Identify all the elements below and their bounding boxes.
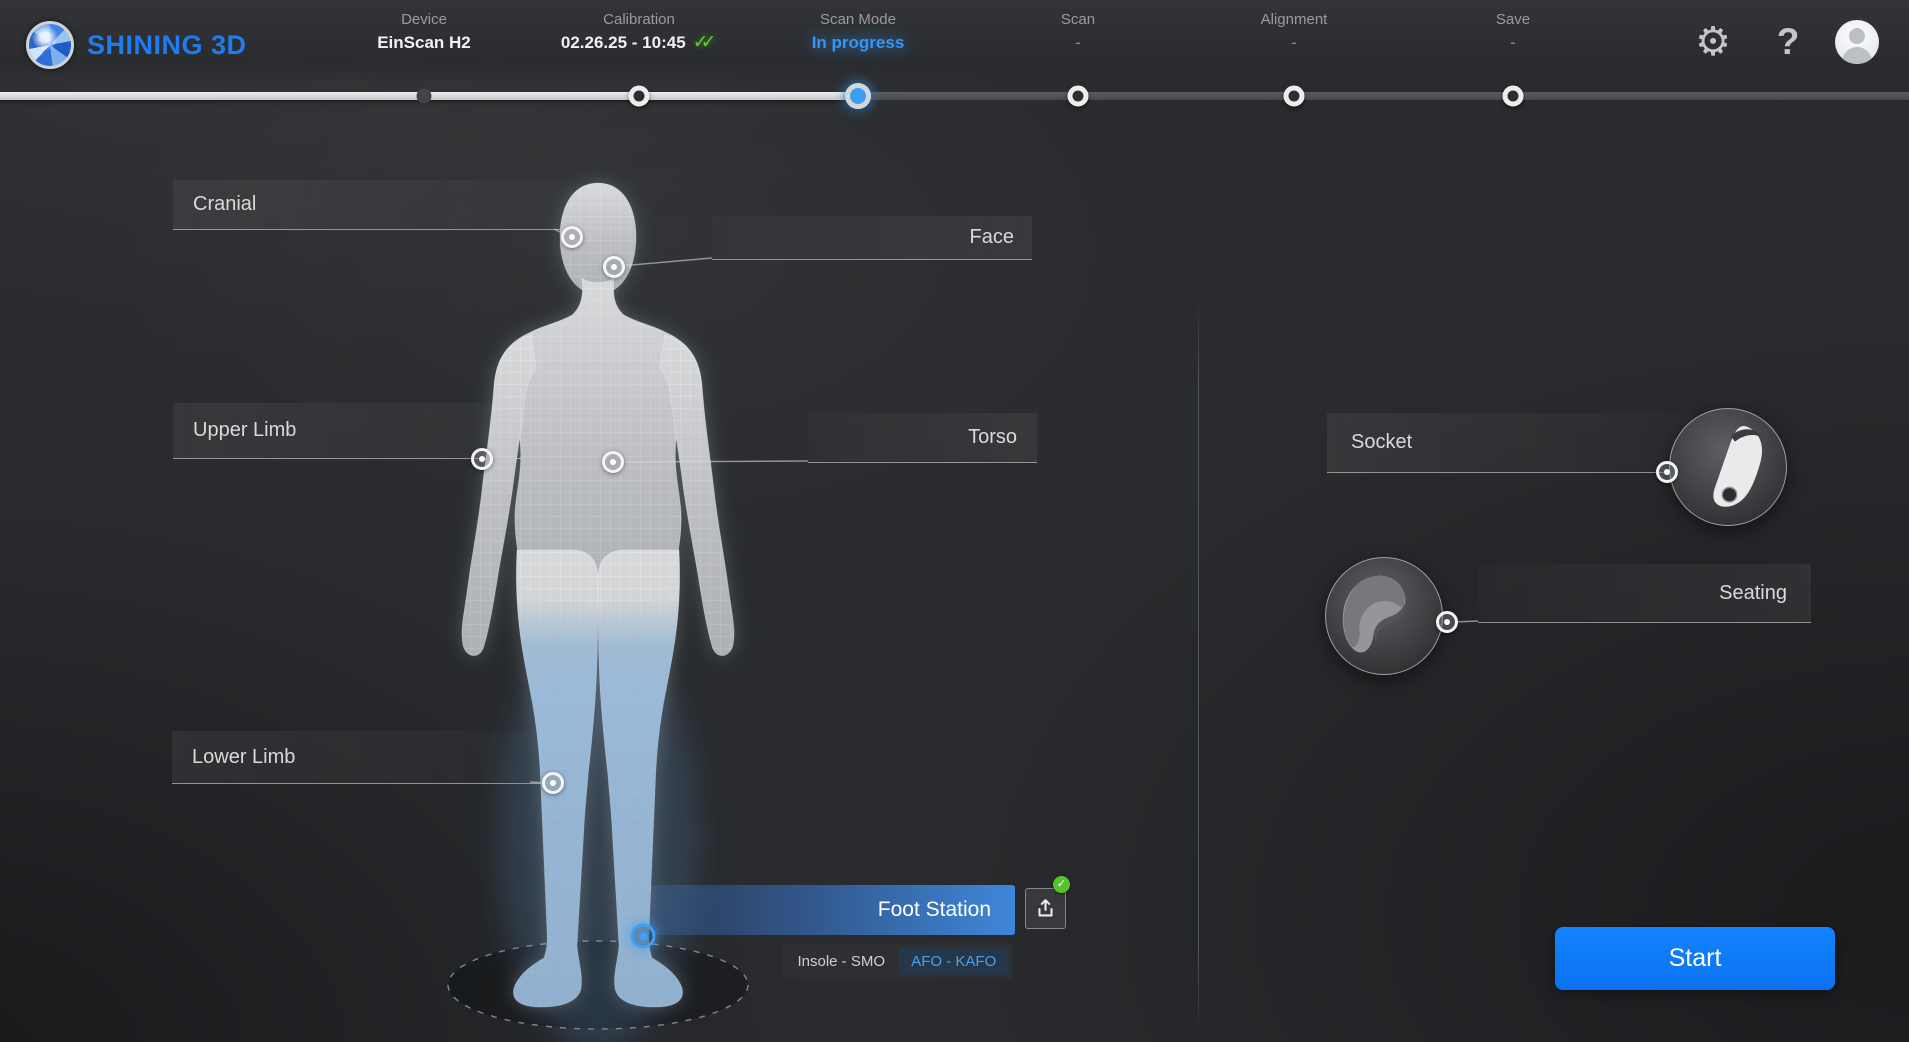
- step-alignment-label: Alignment: [1184, 10, 1404, 30]
- body-figure[interactable]: [380, 150, 820, 1042]
- socket-image[interactable]: [1669, 408, 1787, 526]
- marker-foot-station-selected[interactable]: [631, 924, 656, 949]
- progress-dot-scan-mode[interactable]: [845, 83, 871, 109]
- foot-station-mode-toggle: Insole - SMO AFO - KAFO: [782, 943, 1013, 979]
- settings-gear-icon[interactable]: ⚙: [1689, 18, 1737, 66]
- scan-mode-screen: SHINING 3D Device EinScan H2 Calibration…: [0, 0, 1909, 1042]
- step-scan-value: -: [968, 30, 1188, 56]
- region-socket-label: Socket: [1351, 431, 1412, 454]
- step-scan-mode[interactable]: Scan Mode In progress: [748, 10, 968, 56]
- panel-divider: [1198, 298, 1199, 1038]
- brand-name: SHINING 3D: [87, 30, 247, 61]
- step-scan-mode-label: Scan Mode: [748, 10, 968, 30]
- progress-dot-calibration[interactable]: [629, 86, 650, 107]
- seating-image[interactable]: [1325, 557, 1443, 675]
- step-alignment-value: -: [1184, 30, 1404, 56]
- marker-lower-limb[interactable]: [542, 772, 564, 794]
- region-upper-limb-label: Upper Limb: [193, 419, 296, 442]
- region-foot-station-label: Foot Station: [878, 898, 991, 922]
- marker-torso[interactable]: [602, 451, 624, 473]
- region-socket[interactable]: Socket: [1327, 413, 1692, 473]
- region-cranial-label: Cranial: [193, 193, 256, 216]
- foot-station-upload-button[interactable]: [1025, 888, 1066, 929]
- upload-success-icon: ✓: [1053, 876, 1070, 893]
- region-seating[interactable]: Seating: [1478, 564, 1811, 623]
- step-scan[interactable]: Scan -: [968, 10, 1188, 56]
- step-calibration-label: Calibration: [529, 10, 749, 30]
- user-avatar[interactable]: [1835, 20, 1879, 64]
- progress-track-remaining: [858, 92, 1909, 100]
- marker-cranial[interactable]: [561, 226, 583, 248]
- region-torso-label: Torso: [968, 426, 1017, 449]
- step-device-label: Device: [314, 10, 534, 30]
- step-calibration-value: 02.26.25 - 10:45✓✓: [529, 30, 749, 56]
- calibration-success-icon: ✓✓: [693, 32, 717, 53]
- start-button[interactable]: Start: [1555, 927, 1835, 990]
- region-face-label: Face: [970, 226, 1014, 249]
- brand-logo: SHINING 3D: [26, 21, 247, 69]
- step-calibration[interactable]: Calibration 02.26.25 - 10:45✓✓: [529, 10, 749, 56]
- step-save-value: -: [1403, 30, 1623, 56]
- step-save-label: Save: [1403, 10, 1623, 30]
- progress-dot-device[interactable]: [417, 89, 432, 104]
- progress-dot-scan[interactable]: [1068, 86, 1089, 107]
- option-afo-kafo[interactable]: AFO - KAFO: [899, 947, 1010, 975]
- region-seating-label: Seating: [1719, 582, 1787, 605]
- step-save[interactable]: Save -: [1403, 10, 1623, 56]
- region-lower-limb-label: Lower Limb: [192, 746, 295, 769]
- step-scan-mode-value: In progress: [748, 30, 968, 56]
- marker-upper-limb[interactable]: [471, 448, 493, 470]
- marker-socket[interactable]: [1656, 461, 1678, 483]
- help-icon[interactable]: ?: [1764, 18, 1812, 66]
- upload-icon: [1033, 896, 1058, 921]
- avatar-silhouette-icon: [1849, 28, 1865, 44]
- progress-dot-save[interactable]: [1503, 86, 1524, 107]
- step-scan-label: Scan: [968, 10, 1188, 30]
- marker-seating[interactable]: [1436, 611, 1458, 633]
- step-device-value: EinScan H2: [314, 30, 534, 56]
- progress-dot-alignment[interactable]: [1284, 86, 1305, 107]
- region-torso[interactable]: Torso: [808, 413, 1037, 463]
- option-insole-smo[interactable]: Insole - SMO: [786, 947, 897, 975]
- step-alignment[interactable]: Alignment -: [1184, 10, 1404, 56]
- marker-face[interactable]: [603, 256, 625, 278]
- top-bar: SHINING 3D Device EinScan H2 Calibration…: [0, 0, 1909, 88]
- shining3d-gem-icon: [26, 21, 74, 69]
- step-device[interactable]: Device EinScan H2: [314, 10, 534, 56]
